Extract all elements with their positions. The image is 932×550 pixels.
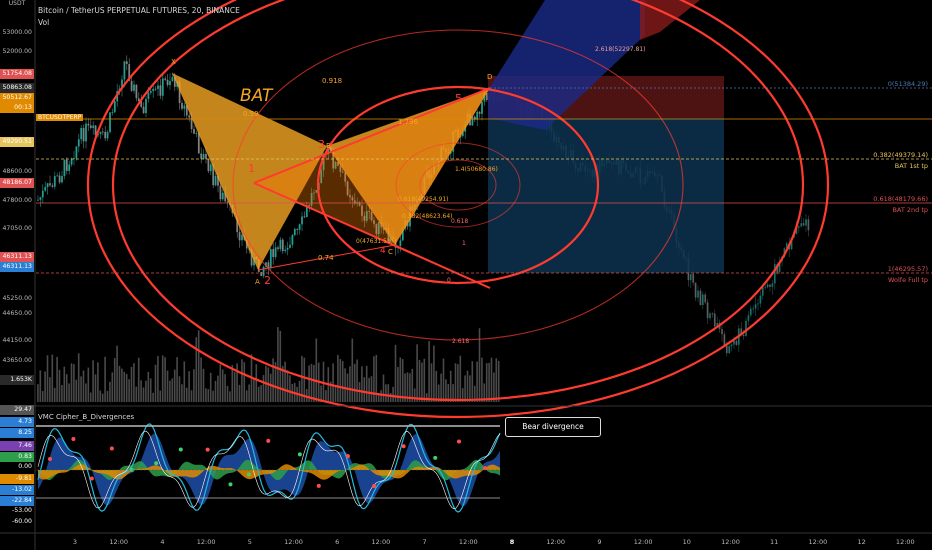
level-bat1-value: 0.382(49379.14): [873, 151, 928, 159]
indicator-axis-label: 7.46: [0, 441, 34, 451]
fib-c-label: 0.382(48623.64): [402, 213, 453, 220]
time-axis-label: 8: [509, 538, 515, 546]
label-3: 3: [318, 138, 325, 151]
indicator-axis-label: -60.00: [0, 517, 34, 527]
time-axis-label: 12:00: [546, 538, 566, 546]
ratio-0918: 0.918: [322, 77, 343, 85]
time-axis-label: 12:00: [109, 538, 129, 546]
indicator-axis-label: 8.25: [0, 428, 34, 438]
label-x: X: [171, 58, 176, 66]
fib-a-label: 0(47631.59): [356, 238, 394, 245]
bat-label: BAT: [240, 86, 273, 106]
level-bat2-name: BAT 2nd tp: [892, 206, 928, 214]
time-axis-label: 12:00: [371, 538, 391, 546]
ratio-074: 0.74: [318, 254, 334, 262]
price-axis-label: 50512.67: [0, 93, 34, 103]
price-axis-label: 53000.00: [2, 29, 32, 36]
fib-1-label: 1: [462, 240, 466, 247]
level-bat1-name: BAT 1st tp: [894, 162, 928, 170]
price-axis-label: 47050.00: [2, 225, 32, 232]
time-axis-label: 12: [857, 538, 866, 546]
indicator-axis-label: -22.84: [0, 496, 34, 506]
time-axis-label: 5: [247, 538, 252, 546]
volume-label: Vol: [38, 18, 50, 27]
symbol-tag: BTCUSDTPERP: [36, 114, 84, 121]
short-target-zone: [488, 118, 724, 273]
label-a: A: [255, 278, 260, 286]
label-d: D: [487, 73, 493, 81]
time-axis-label: 12:00: [633, 538, 653, 546]
price-axis-label: 45250.00: [2, 295, 32, 302]
indicator-axis-label: -13.02: [0, 485, 34, 495]
price-axis-label: 43650.00: [2, 357, 32, 364]
fib-14-label: 1.4(50680.86): [455, 166, 498, 173]
indicator-axis-label: -9.81: [0, 474, 34, 484]
fib-0-label: 0: [447, 277, 451, 284]
bear-divergence-callout: Bear divergence: [505, 417, 601, 437]
indicator-axis-label: 4.73: [0, 417, 34, 427]
time-axis-label: 12:00: [458, 538, 478, 546]
level-bat2-value: 0.618(48179.66): [873, 195, 928, 203]
time-axis-label: 6: [335, 538, 340, 546]
label-2: 2: [264, 274, 271, 287]
ratio-1796: 1.796: [398, 118, 419, 126]
time-axis-label: 12:00: [284, 538, 303, 546]
label-4: 4: [380, 246, 386, 256]
price-axis-label: 44650.00: [2, 310, 32, 317]
time-axis-label: 12:00: [895, 538, 915, 546]
price-axis-label: 47800.00: [2, 197, 32, 204]
price-axis-label: 1.653K: [0, 375, 34, 385]
price-axis-label: 00:13: [0, 103, 34, 113]
level-0-label: 0(51384.29): [887, 80, 928, 88]
indicator-title: VMC Cipher_B_Divergences: [38, 413, 135, 421]
time-axis-label: 7: [422, 538, 427, 546]
fib-ext-label: 2.618(52297.81): [595, 46, 646, 53]
time-axis-label: 12:00: [808, 538, 828, 546]
fib-b-label: 0.618(49254.91): [398, 196, 449, 203]
price-axis-label: 48186.07: [0, 178, 34, 188]
price-axis-label: 46311.13: [0, 252, 34, 262]
fib-2618-label: 2.618: [452, 338, 470, 345]
currency-label: USDT: [8, 0, 26, 7]
price-axis-label: 51754.08: [0, 69, 34, 79]
level-wolfe-name: Wolfe Full tp: [887, 276, 928, 284]
label-5: 5: [455, 92, 462, 105]
price-axis-label: 49290.51: [0, 137, 34, 147]
price-axis-label: 44150.00: [2, 337, 32, 344]
price-axis-label: 48600.00: [2, 168, 32, 175]
time-axis-label: 12:00: [196, 538, 216, 546]
indicator-axis-label: 0.83: [0, 452, 34, 462]
level-wolfe-value: 1(46295.57): [887, 265, 928, 273]
chart-title: Bitcoin / TetherUS PERPETUAL FUTURES, 20…: [38, 6, 240, 15]
price-axis-label: 52000.00: [2, 48, 32, 55]
label-c: C: [388, 248, 393, 256]
indicator-axis-label: -53.00: [0, 506, 34, 516]
indicator-axis-label: 29.47: [0, 405, 34, 415]
time-axis-label: 4: [160, 538, 165, 546]
time-axis-label: 3: [72, 538, 78, 546]
time-axis-label: 9: [597, 538, 602, 546]
fib-0618-label: 0.618: [451, 218, 469, 225]
label-b: B: [326, 142, 331, 150]
indicator-axis-label: 0.00: [0, 462, 34, 472]
time-axis-label: 11: [770, 538, 779, 546]
time-axis-label: 12:00: [721, 538, 740, 546]
price-axis-label: 50863.08: [0, 83, 34, 93]
time-axis-label: 10: [682, 538, 691, 546]
label-1: 1: [248, 162, 255, 175]
ratio-059: 0.59: [243, 110, 259, 118]
price-chart[interactable]: [0, 0, 932, 550]
price-axis-label: 46311.13: [0, 262, 34, 272]
